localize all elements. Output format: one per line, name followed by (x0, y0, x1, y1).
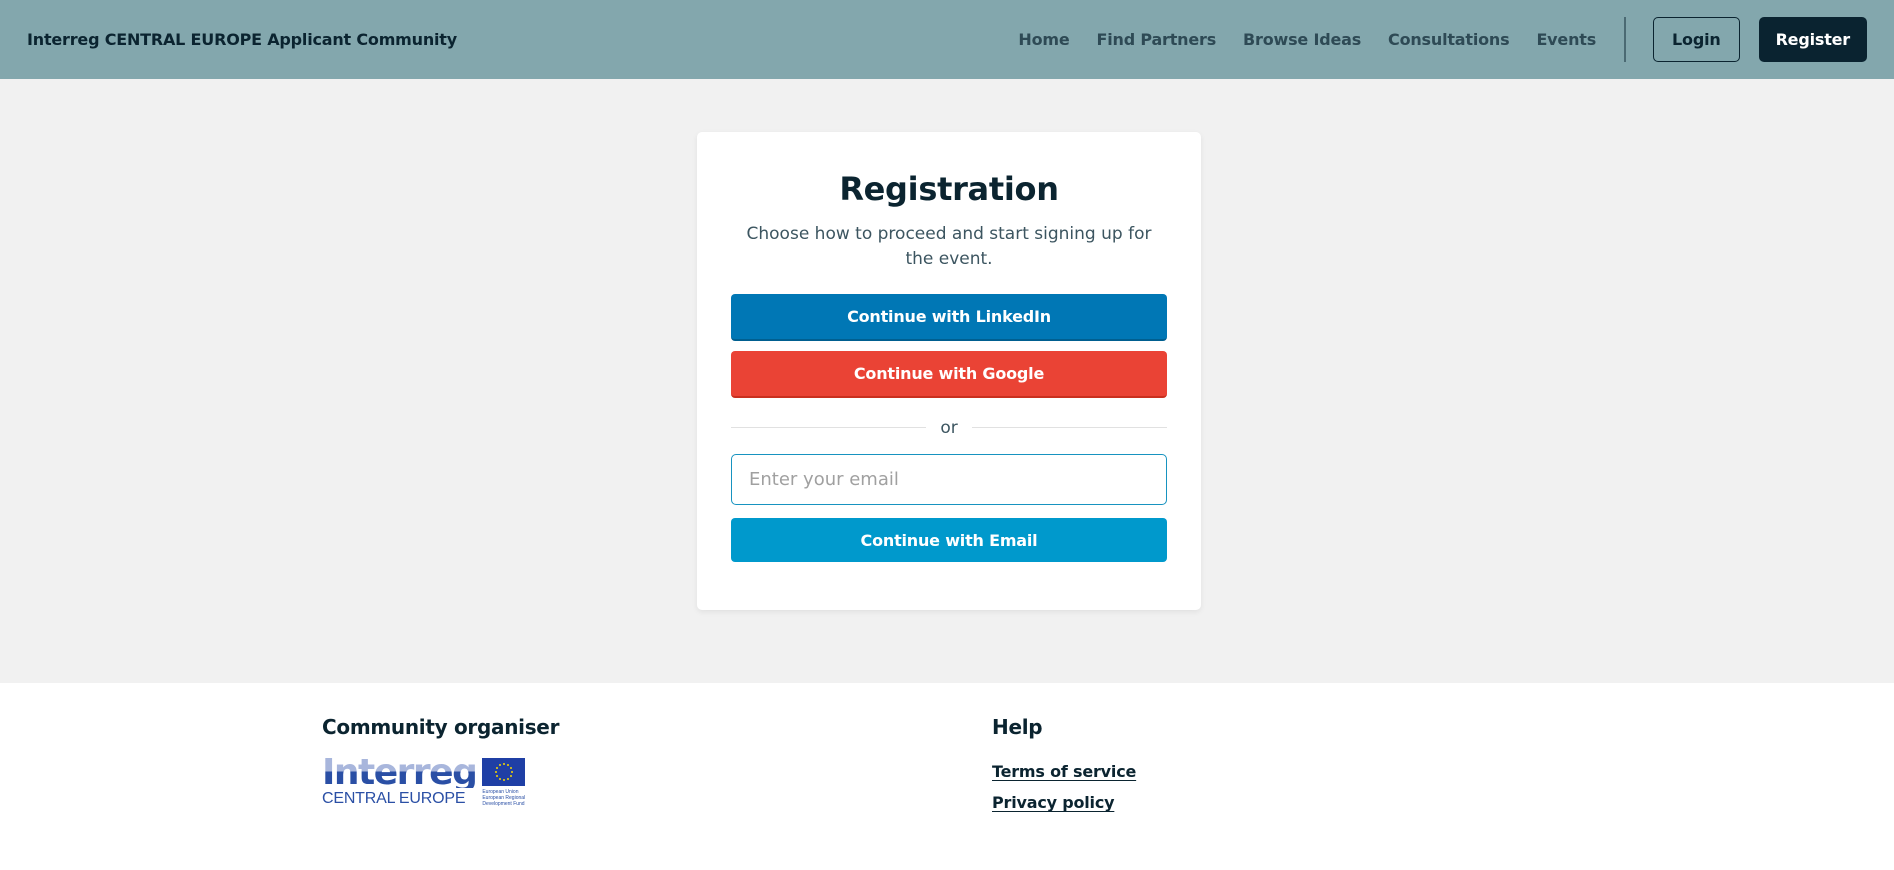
divider-line-right (971, 427, 1168, 428)
eu-text-line: Development Fund (482, 801, 525, 807)
eu-star-icon (509, 767, 512, 769)
interreg-logo: Interreg CENTRAL EUROPE European Union E… (322, 752, 528, 810)
nav-divider (1624, 17, 1627, 62)
main-content: Registration Choose how to proceed and s… (0, 79, 1894, 683)
registration-card: Registration Choose how to proceed and s… (697, 132, 1201, 610)
eu-star-icon (509, 775, 512, 777)
divider-line-left (731, 427, 927, 428)
footer-organiser: Community organiser Interreg CENTRAL EUR… (322, 715, 559, 810)
logo-subtitle: CENTRAL EUROPE (322, 790, 466, 807)
footer: Community organiser Interreg CENTRAL EUR… (0, 683, 1894, 870)
continue-with-google-button[interactable]: Continue with Google (731, 351, 1167, 398)
registration-subtitle: Choose how to proceed and start signing … (746, 224, 1152, 269)
eu-star-icon (502, 763, 505, 765)
help-heading: Help (992, 715, 1043, 739)
login-button[interactable]: Login (1653, 17, 1740, 62)
continue-with-email-button[interactable]: Continue with Email (731, 518, 1167, 562)
eu-star-icon (495, 767, 498, 769)
eu-fund-text: European Union European Regional Develop… (482, 789, 525, 807)
eu-star-icon (506, 777, 509, 780)
main-nav: Home Find Partners Browse Ideas Consulta… (1018, 0, 1867, 79)
footer-help: Help Terms of service Privacy policy (992, 715, 1136, 812)
register-button[interactable]: Register (1758, 17, 1867, 62)
nav-events[interactable]: Events (1536, 30, 1596, 49)
continue-with-linkedin-button[interactable]: Continue with LinkedIn (731, 294, 1167, 341)
site-title[interactable]: Interreg CENTRAL EUROPE Applicant Commun… (27, 30, 457, 49)
nav-find-partners[interactable]: Find Partners (1097, 30, 1217, 49)
email-input[interactable] (731, 454, 1167, 505)
eu-star-icon (495, 775, 498, 777)
privacy-policy-link[interactable]: Privacy policy (992, 793, 1136, 812)
page-title: Registration (839, 170, 1059, 208)
eu-star-icon (498, 764, 501, 767)
eu-star-icon (498, 777, 501, 780)
or-label: or (940, 417, 958, 438)
terms-of-service-link[interactable]: Terms of service (992, 762, 1136, 781)
eu-star-icon (502, 779, 505, 781)
eu-flag-icon (482, 758, 526, 786)
eu-star-icon (510, 771, 513, 773)
nav-home[interactable]: Home (1018, 30, 1069, 49)
eu-star-icon (506, 764, 509, 767)
logo-word: Interreg (322, 752, 478, 793)
logo-wordmark: Interreg CENTRAL EUROPE (322, 752, 478, 808)
nav-consultations[interactable]: Consultations (1388, 30, 1510, 49)
eu-star-icon (494, 771, 497, 773)
organiser-heading: Community organiser (322, 715, 560, 739)
top-navigation-bar: Interreg CENTRAL EUROPE Applicant Commun… (0, 0, 1894, 79)
eu-emblem: European Union European Regional Develop… (482, 758, 526, 807)
or-divider: or (731, 415, 1168, 440)
nav-browse-ideas[interactable]: Browse Ideas (1243, 30, 1361, 49)
